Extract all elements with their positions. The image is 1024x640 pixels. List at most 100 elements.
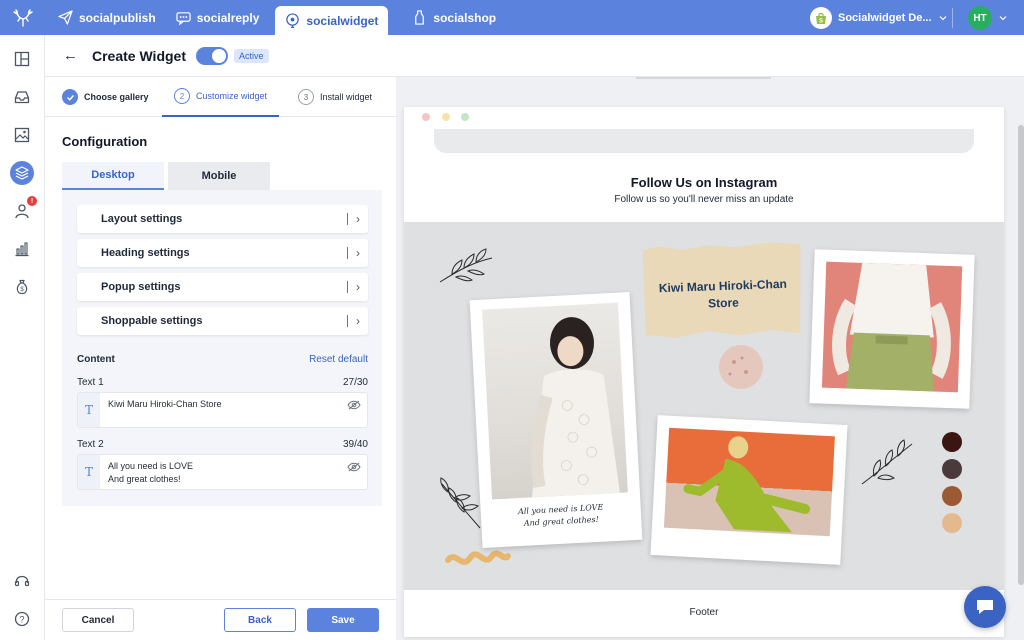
decorative-sphere bbox=[719, 345, 763, 389]
store-selector[interactable]: S Socialwidget De... bbox=[810, 6, 948, 30]
leaf-sprig-icon bbox=[861, 439, 913, 485]
leaf-sprig-icon bbox=[440, 477, 481, 529]
eye-off-icon[interactable] bbox=[347, 462, 361, 472]
chevron-right-icon: › bbox=[356, 280, 360, 294]
divider bbox=[347, 247, 348, 259]
chevron-down-icon[interactable] bbox=[998, 13, 1008, 23]
color-swatch bbox=[942, 486, 962, 506]
reset-default-link[interactable]: Reset default bbox=[309, 354, 368, 365]
text2-char-count: 39/40 bbox=[342, 439, 368, 450]
widget-active-toggle[interactable] bbox=[196, 46, 229, 65]
notification-badge: ! bbox=[27, 196, 37, 206]
dashboard-icon[interactable] bbox=[10, 47, 34, 71]
color-swatch bbox=[942, 459, 962, 479]
heading-settings-row[interactable]: Heading settings › bbox=[77, 239, 368, 267]
money-bag-icon[interactable]: $ bbox=[10, 275, 34, 299]
widget-subheading: Follow us so you'll never miss an update bbox=[614, 194, 794, 205]
step-choose-gallery[interactable]: Choose gallery bbox=[45, 77, 162, 117]
cancel-button[interactable]: Cancel bbox=[62, 608, 134, 632]
user-icon[interactable]: ! bbox=[10, 196, 37, 223]
widget-footer: Footer bbox=[689, 607, 719, 618]
eye-off-icon[interactable] bbox=[347, 400, 361, 410]
config-panel: Choose gallery 2 Customize widget 3 Inst… bbox=[45, 77, 396, 640]
app-tab-socialpublish[interactable]: socialpublish bbox=[48, 0, 166, 35]
window-dot-yellow bbox=[442, 113, 450, 121]
gallery-scene: Kiwi Maru Hiroki-Chan Store All you need… bbox=[404, 222, 1004, 590]
back-arrow-icon[interactable]: ← bbox=[63, 47, 78, 64]
divider bbox=[347, 213, 348, 225]
leaf-sprig-icon bbox=[439, 248, 493, 283]
divider bbox=[347, 281, 348, 293]
support-headset-icon[interactable] bbox=[10, 569, 34, 593]
antlers-logo-icon[interactable] bbox=[0, 0, 46, 35]
paper-note-text: Kiwi Maru Hiroki-Chan Store bbox=[658, 276, 788, 311]
shoppable-settings-row[interactable]: Shoppable settings › bbox=[77, 307, 368, 335]
avatar[interactable]: HT bbox=[968, 6, 992, 30]
save-button[interactable]: Save bbox=[307, 608, 379, 632]
photo-lace-outfit bbox=[482, 302, 628, 500]
polaroid-photo-3[interactable] bbox=[650, 415, 848, 565]
settings-container: Layout settings › Heading settings › Pop… bbox=[62, 190, 382, 506]
stepper: Choose gallery 2 Customize widget 3 Inst… bbox=[45, 77, 396, 117]
color-swatch bbox=[942, 513, 962, 533]
chevron-right-icon: › bbox=[356, 314, 360, 328]
back-button[interactable]: Back bbox=[224, 608, 296, 632]
settings-row-label: Layout settings bbox=[101, 213, 183, 225]
chat-bubble-icon bbox=[977, 600, 993, 614]
text2-value[interactable]: All you need is LOVE And great clothes! bbox=[108, 460, 193, 486]
chevron-down-icon bbox=[939, 16, 946, 21]
inbox-icon[interactable] bbox=[10, 85, 34, 109]
text1-value[interactable]: Kiwi Maru Hiroki-Chan Store bbox=[108, 398, 222, 411]
tab-desktop[interactable]: Desktop bbox=[62, 162, 164, 190]
layers-icon[interactable] bbox=[10, 161, 34, 185]
text2-field[interactable]: T All you need is LOVE And great clothes… bbox=[77, 454, 368, 490]
svg-text:$: $ bbox=[20, 287, 24, 293]
text2-label: Text 2 bbox=[77, 439, 104, 450]
polaroid-photo-1[interactable]: All you need is LOVE And great clothes! bbox=[469, 291, 643, 549]
app-tab-label: socialwidget bbox=[306, 13, 379, 28]
step-install-widget[interactable]: 3 Install widget bbox=[279, 77, 396, 117]
topbar-divider bbox=[952, 8, 953, 28]
divider bbox=[347, 315, 348, 327]
top-navigation-bar: socialpublish socialreply socialwidget s… bbox=[0, 0, 1024, 35]
step-number: 3 bbox=[298, 89, 314, 105]
photo-blouse-outfit bbox=[821, 261, 963, 393]
step-customize-widget[interactable]: 2 Customize widget bbox=[162, 77, 279, 117]
step-label: Choose gallery bbox=[84, 92, 149, 102]
polaroid-photo-2[interactable] bbox=[809, 249, 975, 409]
page-header: ← Create Widget Active bbox=[45, 35, 1024, 77]
photo-green-dress bbox=[663, 427, 835, 537]
image-icon[interactable] bbox=[10, 123, 34, 147]
layout-settings-row[interactable]: Layout settings › bbox=[77, 205, 368, 233]
store-name: Socialwidget De... bbox=[838, 12, 932, 24]
browser-mockup: Follow Us on Instagram Follow us so you'… bbox=[404, 107, 1004, 637]
help-icon[interactable]: ? bbox=[10, 607, 34, 631]
svg-text:S: S bbox=[819, 18, 823, 24]
preview-scrollbar[interactable] bbox=[1018, 125, 1024, 585]
action-footer: Cancel Back Save bbox=[45, 599, 396, 640]
popup-settings-row[interactable]: Popup settings › bbox=[77, 273, 368, 301]
bottle-icon bbox=[415, 10, 425, 25]
widget-heading: Follow Us on Instagram bbox=[630, 175, 778, 190]
chat-icon bbox=[176, 12, 191, 25]
content-label: Content bbox=[77, 354, 115, 365]
app-tab-socialreply[interactable]: socialreply bbox=[166, 0, 270, 35]
text1-field[interactable]: T Kiwi Maru Hiroki-Chan Store bbox=[77, 392, 368, 428]
app-tab-socialwidget[interactable]: socialwidget bbox=[275, 6, 389, 35]
app-tab-label: socialreply bbox=[196, 10, 260, 25]
shopify-bag-icon: S bbox=[810, 7, 832, 29]
chat-support-button[interactable] bbox=[964, 586, 1006, 628]
paper-plane-icon bbox=[58, 10, 73, 25]
text1-label: Text 1 bbox=[77, 377, 104, 388]
configuration-heading: Configuration bbox=[62, 134, 148, 149]
text1-char-count: 27/30 bbox=[342, 377, 368, 388]
window-dot-green bbox=[461, 113, 469, 121]
text-type-icon: T bbox=[78, 393, 100, 427]
app-tab-label: socialpublish bbox=[79, 10, 156, 25]
analytics-icon[interactable] bbox=[10, 237, 34, 261]
check-icon bbox=[62, 89, 78, 105]
widget-icon bbox=[286, 13, 300, 28]
tab-mobile[interactable]: Mobile bbox=[168, 162, 270, 190]
window-dot-red bbox=[422, 113, 430, 121]
app-tab-socialshop[interactable]: socialshop bbox=[402, 0, 506, 35]
